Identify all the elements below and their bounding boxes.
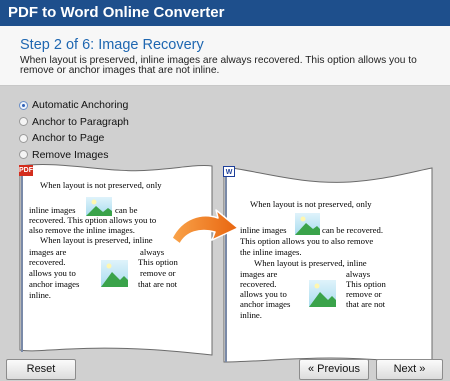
text-line: This option	[346, 279, 386, 289]
text-line: also remove the inline images.	[29, 225, 135, 235]
text-line: recovered. This option allows you to	[29, 215, 157, 225]
text-line: When layout is not preserved, only	[40, 180, 162, 190]
text-line: allows you to	[240, 289, 287, 299]
text-line: inline.	[29, 290, 51, 300]
text-line: images are	[29, 247, 67, 257]
previous-button[interactable]: « Previous	[299, 359, 369, 380]
text-line: When layout is not preserved, only	[250, 199, 372, 209]
text-line: inline.	[240, 310, 262, 320]
text-line: that are not	[138, 279, 178, 289]
text-line: When layout is preserved, inline	[40, 235, 153, 245]
text-line: This option allows you to also remove	[240, 236, 374, 246]
landscape-image-icon	[309, 280, 336, 307]
text-line: recovered.	[29, 257, 66, 267]
text-line: that are not	[346, 299, 386, 309]
text-line: images are	[240, 269, 278, 279]
text-line: recovered.	[240, 279, 277, 289]
next-button[interactable]: Next »	[376, 359, 443, 380]
text-line: always	[140, 247, 165, 257]
text-line: can be recovered.	[322, 225, 384, 235]
text-line: remove or	[346, 289, 382, 299]
text-line: the inline images.	[240, 247, 302, 257]
pdf-badge-icon: PDF	[19, 165, 33, 176]
text-line: inline images	[29, 205, 76, 215]
reset-button[interactable]: Reset	[6, 359, 76, 380]
text-line: anchor images	[29, 279, 80, 289]
text-line: anchor images	[240, 299, 291, 309]
text-line: remove or	[140, 268, 176, 278]
text-line: This option	[138, 257, 178, 267]
conversion-preview-illustration	[19, 163, 433, 364]
text-line: can be	[115, 205, 138, 215]
text-line: always	[346, 269, 371, 279]
word-badge-icon: W	[223, 166, 235, 177]
landscape-image-icon	[295, 213, 320, 235]
text-line: allows you to	[29, 268, 76, 278]
text-line: When layout is preserved, inline	[254, 258, 367, 268]
landscape-image-icon	[101, 260, 128, 287]
text-line: inline images	[240, 225, 287, 235]
landscape-image-icon	[86, 197, 112, 216]
